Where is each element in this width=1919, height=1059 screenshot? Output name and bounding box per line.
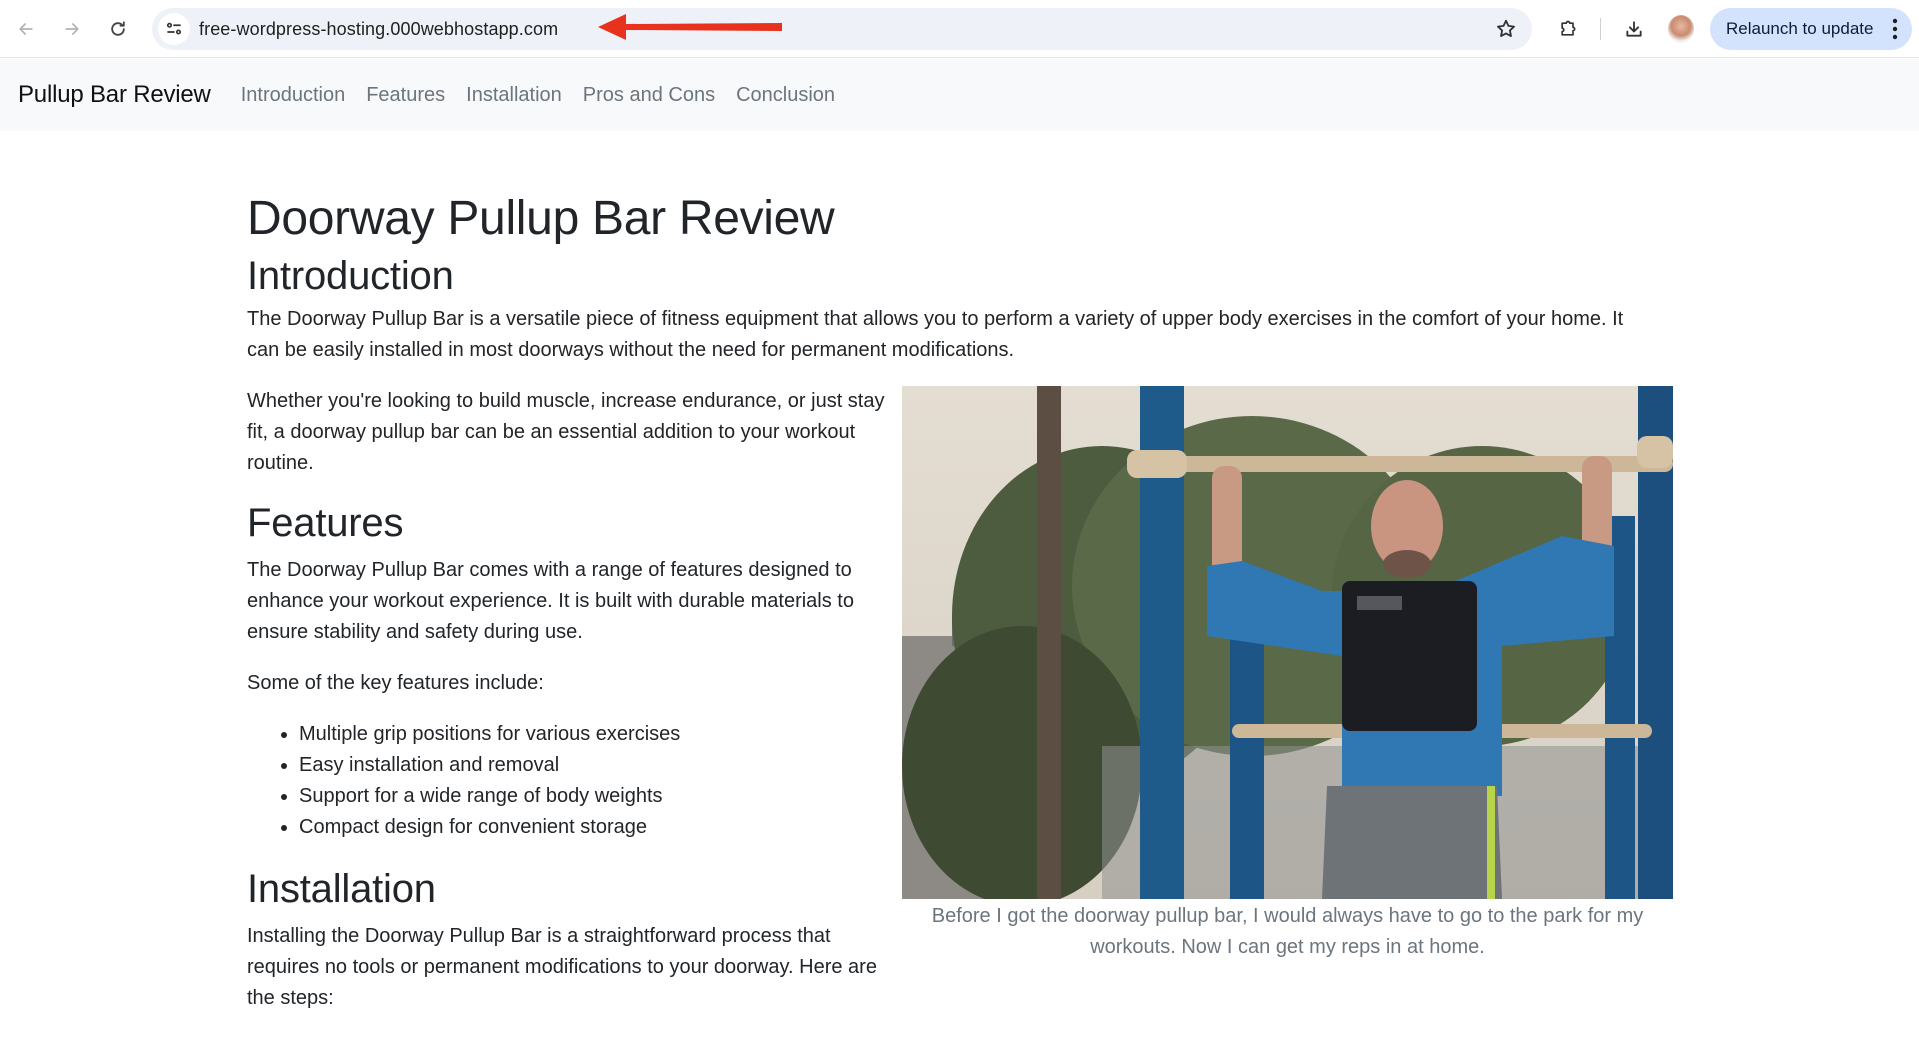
navbar-brand[interactable]: Pullup Bar Review <box>18 81 211 109</box>
nav-link-features[interactable]: Features <box>366 84 445 107</box>
downloads-button[interactable] <box>1618 13 1650 45</box>
two-column-section: Whether you're looking to build muscle, … <box>247 385 1677 1014</box>
back-arrow-icon <box>19 23 33 35</box>
site-info-button[interactable] <box>158 13 190 45</box>
introduction-heading: Introduction <box>247 253 454 298</box>
nav-link-introduction[interactable]: Introduction <box>241 84 346 107</box>
left-column: Whether you're looking to build muscle, … <box>247 386 887 1014</box>
toolbar-separator <box>1600 18 1601 40</box>
pullup-photo <box>902 385 1673 899</box>
installation-heading: Installation <box>247 866 436 911</box>
features-paragraph: The Doorway Pullup Bar comes with a rang… <box>247 558 854 643</box>
site-navbar: Pullup Bar Review Introduction Features … <box>0 59 1919 131</box>
url-text[interactable]: free-wordpress-hosting.000webhostapp.com <box>199 19 558 40</box>
features-heading: Features <box>247 500 404 545</box>
extensions-button[interactable] <box>1552 13 1584 45</box>
back-button[interactable] <box>10 13 42 45</box>
features-intro-text: Some of the key features include: <box>247 671 544 694</box>
extensions-puzzle-icon <box>1561 20 1576 36</box>
nav-link-pros-and-cons[interactable]: Pros and Cons <box>583 84 715 107</box>
list-item: Multiple grip positions for various exer… <box>299 719 887 750</box>
article-figure: Before I got the doorway pullup bar, I w… <box>902 385 1673 963</box>
download-icon <box>1626 21 1642 37</box>
bookmark-button[interactable] <box>1494 17 1518 41</box>
reload-icon <box>111 21 125 36</box>
introduction-paragraph: The Doorway Pullup Bar is a versatile pi… <box>247 307 1624 361</box>
figure-caption: Before I got the doorway pullup bar, I w… <box>931 904 1644 958</box>
list-item: Support for a wide range of body weights <box>299 781 887 812</box>
list-item: Easy installation and removal <box>299 750 887 781</box>
list-item: Compact design for convenient storage <box>299 812 887 843</box>
features-list: Multiple grip positions for various exer… <box>247 719 887 843</box>
more-vert-icon <box>1892 18 1898 40</box>
forward-button[interactable] <box>56 13 88 45</box>
relaunch-label: Relaunch to update <box>1726 19 1874 38</box>
forward-arrow-icon <box>65 23 79 35</box>
article-content: Doorway Pullup Bar Review Introduction T… <box>247 190 1677 1034</box>
site-info-icon <box>166 22 182 35</box>
relaunch-to-update-button[interactable]: Relaunch to update <box>1710 8 1912 50</box>
introduction-paragraph-2: Whether you're looking to build muscle, … <box>247 389 885 474</box>
installation-paragraph: Installing the Doorway Pullup Bar is a s… <box>247 924 877 1009</box>
photo-illustration <box>902 385 1673 899</box>
page-title: Doorway Pullup Bar Review <box>247 192 835 245</box>
bookmark-star-icon <box>1497 19 1515 37</box>
nav-link-installation[interactable]: Installation <box>466 84 562 107</box>
browser-toolbar: free-wordpress-hosting.000webhostapp.com… <box>0 0 1919 58</box>
red-arrow-annotation <box>598 14 782 40</box>
profile-avatar[interactable] <box>1668 15 1694 43</box>
reload-button[interactable] <box>102 13 134 45</box>
address-bar[interactable]: free-wordpress-hosting.000webhostapp.com <box>152 8 1532 50</box>
nav-links: Introduction Features Installation Pros … <box>241 84 856 107</box>
nav-link-conclusion[interactable]: Conclusion <box>736 84 835 107</box>
